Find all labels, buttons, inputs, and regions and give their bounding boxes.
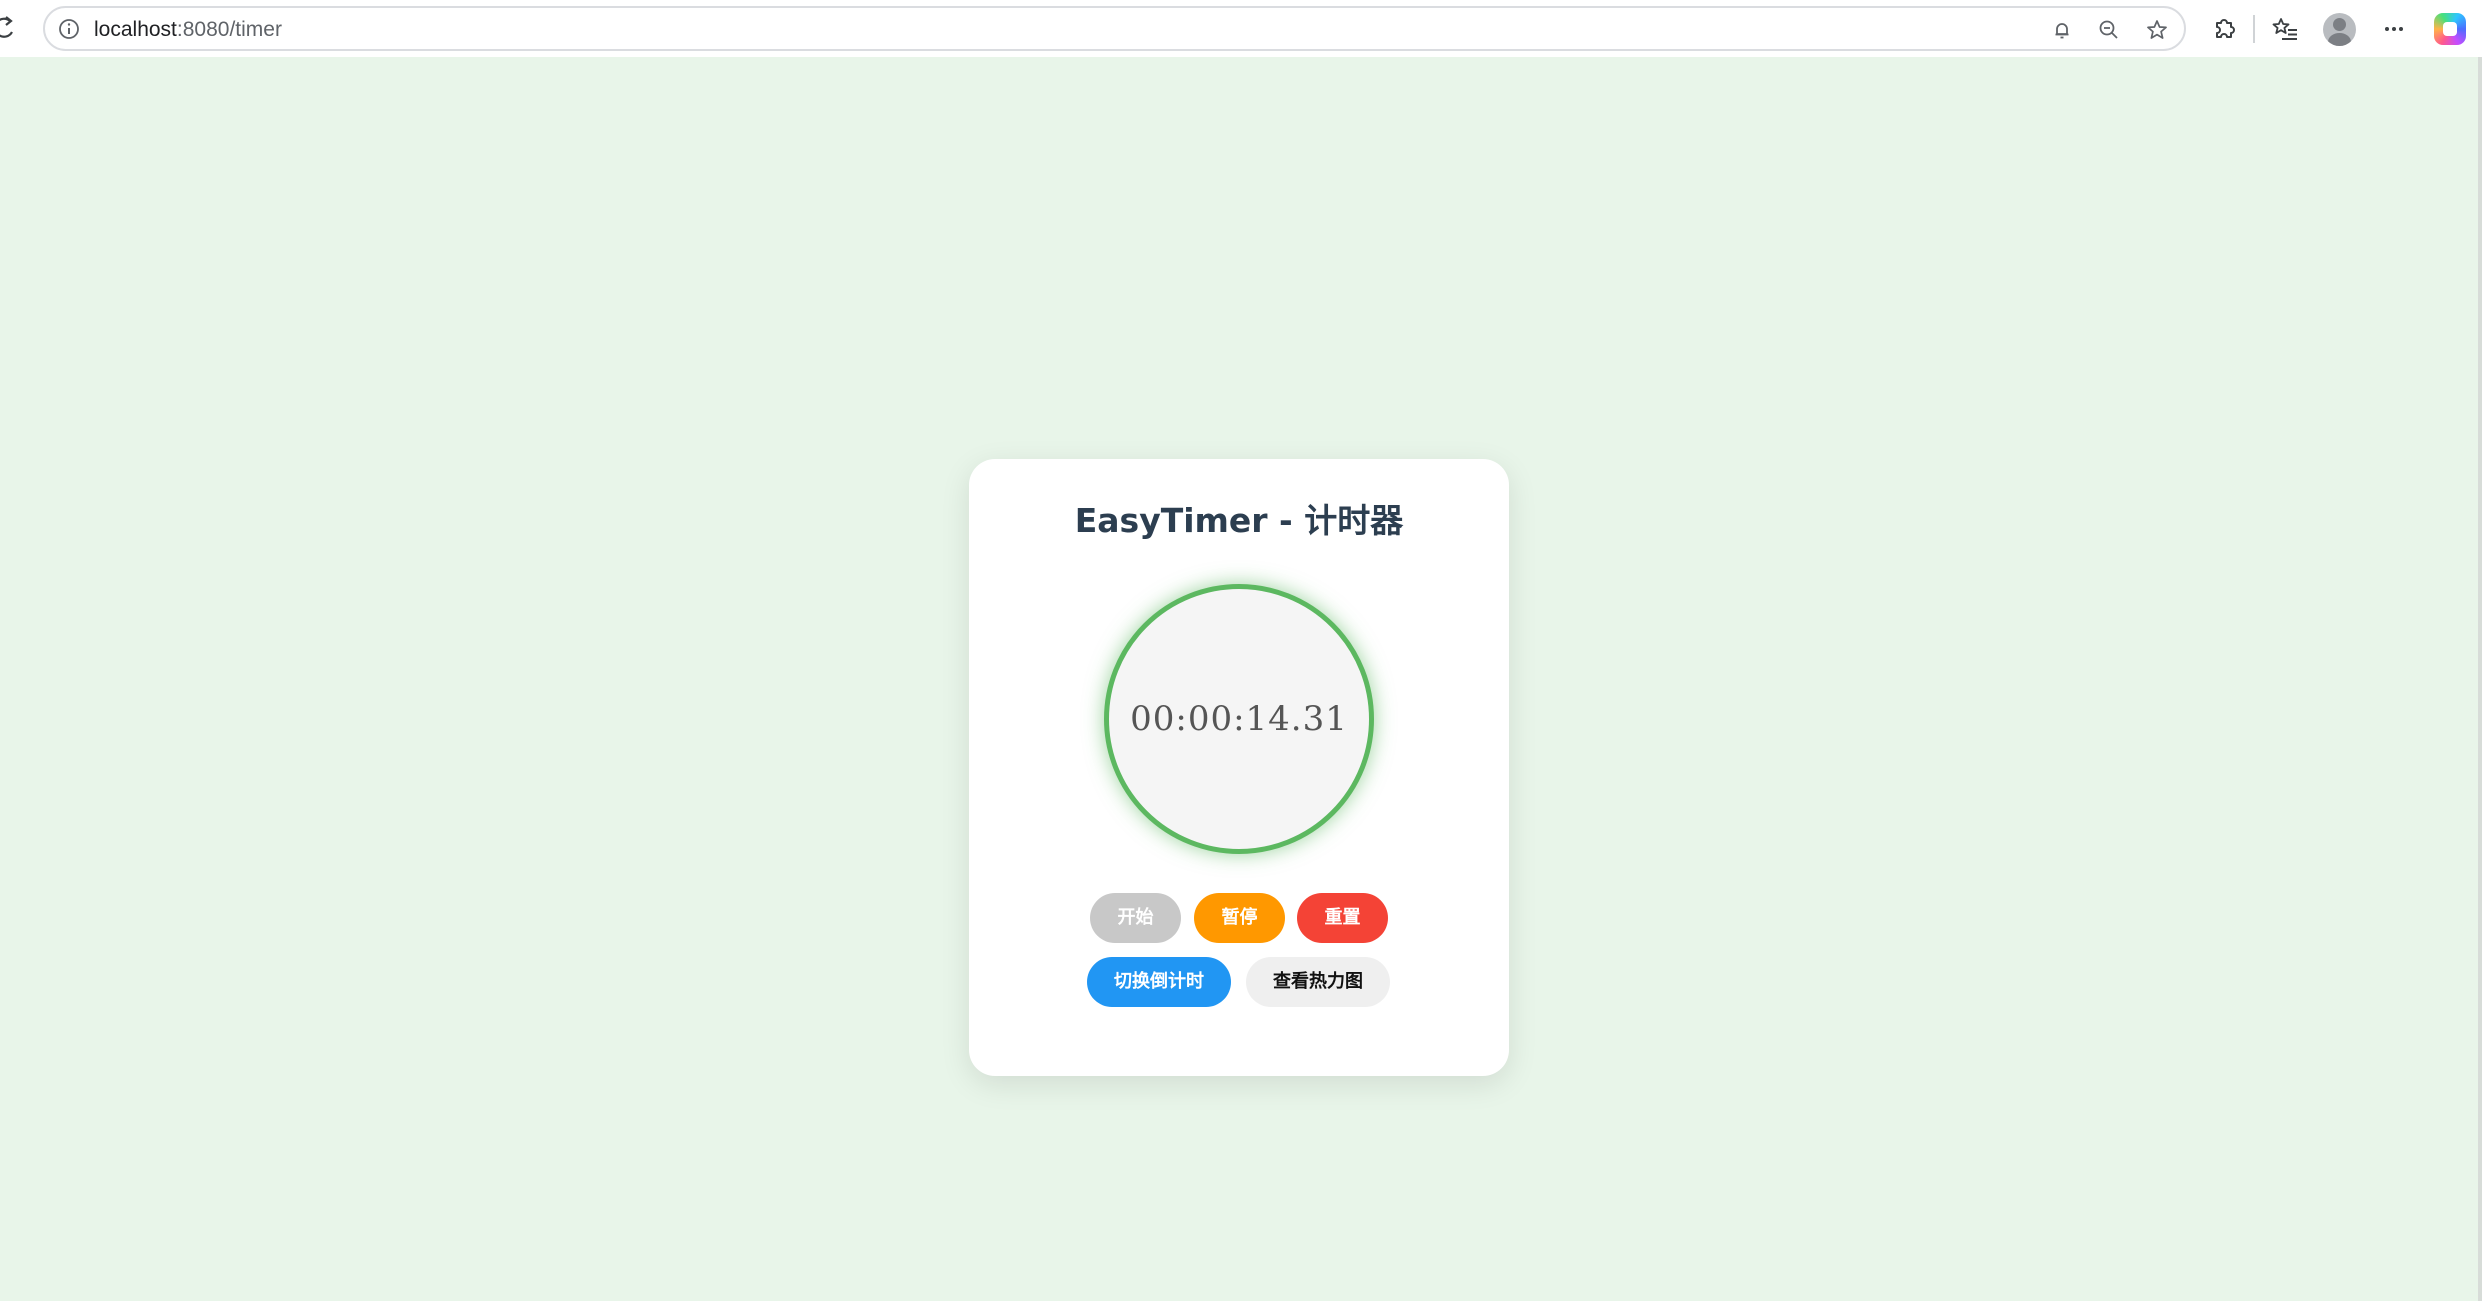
address-bar[interactable]: localhost:8080/timer — [43, 6, 2186, 51]
more-icon[interactable] — [2379, 14, 2409, 44]
puzzle-icon[interactable] — [2209, 14, 2239, 44]
favorites-icon[interactable] — [2270, 14, 2300, 44]
info-icon[interactable] — [57, 17, 81, 41]
toggle-countdown-button[interactable]: 切换倒计时 — [1087, 957, 1231, 1007]
start-button[interactable]: 开始 — [1090, 893, 1181, 943]
reset-button[interactable]: 重置 — [1297, 893, 1388, 943]
toolbar-divider — [2253, 15, 2255, 43]
time-display: 00:00:14.31 — [1130, 699, 1348, 739]
avatar-body — [2328, 33, 2351, 46]
pause-button[interactable]: 暂停 — [1194, 893, 1285, 943]
avatar[interactable] — [2323, 13, 2356, 46]
url-path: :8080/timer — [176, 18, 282, 41]
bell-icon[interactable] — [2050, 18, 2074, 42]
view-heatmap-button[interactable]: 查看热力图 — [1246, 957, 1390, 1007]
page-scrollbar[interactable] — [2478, 57, 2482, 1301]
reload-icon[interactable] — [0, 14, 18, 42]
url-text[interactable]: localhost:8080/timer — [94, 17, 282, 43]
avatar-head — [2333, 18, 2346, 31]
timer-dial: 00:00:14.31 — [1104, 584, 1374, 854]
url-host: localhost — [94, 18, 177, 41]
zoom-out-icon[interactable] — [2097, 18, 2121, 42]
star-icon[interactable] — [2145, 18, 2169, 42]
browser-toolbar: localhost:8080/timer — [0, 0, 2482, 57]
copilot-icon[interactable] — [2434, 13, 2466, 45]
page-title: EasyTimer - 计时器 — [1074, 501, 1404, 540]
timer-card: EasyTimer - 计时器 00:00:14.31 开始 暂停 重置 切换倒… — [969, 459, 1509, 1076]
